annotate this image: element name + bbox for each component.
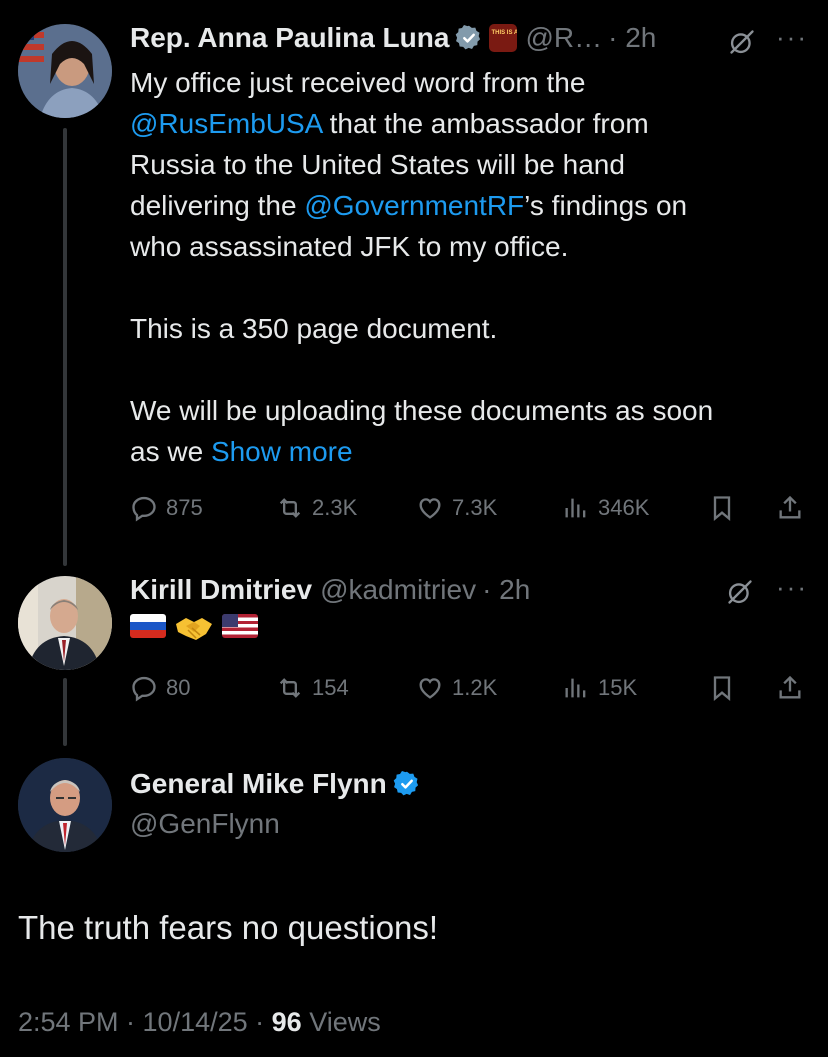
share-icon: [779, 675, 801, 699]
verified-blue-icon[interactable]: [393, 770, 421, 798]
view-count: 346K: [598, 495, 650, 520]
avatar-image: [18, 24, 112, 118]
reply-icon: [132, 496, 156, 522]
like-button[interactable]: 1.2K: [416, 668, 497, 708]
affiliate-badge-text: THIS IS A ...: [491, 30, 518, 36]
repost-button[interactable]: 154: [276, 668, 349, 708]
tweet-line: My office just received word from the: [130, 67, 586, 98]
mention-link[interactable]: @RusEmbUSA: [130, 108, 322, 139]
author-name[interactable]: General Mike Flynn: [130, 766, 387, 802]
tweet-meta: 2:54 PM · 10/14/25 · 96 Views: [18, 1004, 381, 1040]
like-count: 1.2K: [452, 675, 498, 700]
tweet-line: delivering the @GovernmentRF’s findings …: [130, 185, 810, 226]
views-button[interactable]: 346K: [562, 488, 649, 528]
bookmark-icon: [713, 496, 731, 521]
repost-icon: [279, 678, 301, 698]
avatar[interactable]: [18, 758, 112, 852]
flag-stripe: [130, 622, 166, 630]
handshake-icon: [176, 618, 212, 640]
heart-icon: [419, 498, 441, 519]
grok-icon[interactable]: [726, 578, 754, 606]
flag-stripe: [130, 614, 166, 622]
bookmark-icon: [713, 676, 731, 701]
russia-flag-icon: [130, 614, 166, 638]
share-icon: [779, 495, 801, 519]
author-name[interactable]: Kirill Dmitriev: [130, 572, 312, 608]
views-button[interactable]: 15K: [562, 668, 637, 708]
tweet-header: General Mike Flynn: [130, 766, 421, 802]
tweet-line: Russia to the United States will be hand: [130, 149, 625, 180]
share-button[interactable]: [776, 488, 804, 528]
reply-icon: [132, 676, 156, 702]
tweet-actions: 875 2.3K 7.3K 346K: [130, 488, 810, 528]
verified-gray-icon[interactable]: [455, 24, 483, 52]
author-handle[interactable]: @GenFlynn: [130, 806, 280, 842]
thread-line: [63, 678, 67, 746]
tweet-header: Rep. Anna Paulina Luna THIS IS A ... @R……: [130, 20, 656, 56]
reply-button[interactable]: 875: [130, 488, 203, 528]
avatar[interactable]: [18, 576, 112, 670]
repost-icon: [279, 498, 301, 518]
tweet-line: This is a 350 page document.: [130, 313, 498, 344]
mention-link[interactable]: @GovernmentRF: [304, 190, 524, 221]
author-name[interactable]: Rep. Anna Paulina Luna: [130, 20, 449, 56]
reply-count: 80: [166, 675, 191, 700]
share-button[interactable]: [776, 668, 804, 708]
views-label: Views: [301, 1007, 381, 1037]
like-button[interactable]: 7.3K: [416, 488, 497, 528]
tweet-time[interactable]: · 2h: [482, 572, 530, 608]
more-options-icon[interactable]: ···: [776, 22, 808, 53]
tweet-actions: 80 154 1.2K 15K: [130, 668, 810, 708]
more-options-icon[interactable]: ···: [776, 572, 808, 603]
tweet-line: who assassinated JFK to my office.: [130, 231, 569, 262]
flag-stripe: [130, 630, 166, 638]
tweet-header: Kirill Dmitriev @kadmitriev · 2h: [130, 572, 530, 608]
flag-canton: [222, 614, 238, 627]
tweet-view-count: 96: [271, 1007, 302, 1037]
reply-button[interactable]: 80: [130, 668, 190, 708]
bookmark-button[interactable]: [708, 488, 736, 528]
like-count: 7.3K: [452, 495, 498, 520]
repost-count: 154: [312, 675, 349, 700]
author-handle[interactable]: @R…: [525, 20, 602, 56]
tweet-text-span: that the ambassador from: [321, 108, 649, 139]
analytics-icon: [565, 678, 586, 698]
tweet-text-span: delivering the: [130, 190, 305, 221]
avatar-image: [18, 576, 112, 670]
tweet-timestamp[interactable]: 2:54 PM · 10/14/25 ·: [18, 1007, 272, 1037]
repost-count: 2.3K: [312, 495, 358, 520]
tweet-text-span: ’s findings on: [524, 190, 688, 221]
tweet-line: @RusEmbUSA that the ambassador from: [130, 103, 810, 144]
show-more-link[interactable]: Show more: [211, 436, 353, 467]
thread-line: [63, 128, 67, 566]
tweet-text-span: as we: [130, 436, 211, 467]
emoji-row: [130, 614, 258, 642]
tweet-time[interactable]: · 2h: [608, 20, 656, 56]
reply-count: 875: [166, 495, 203, 520]
analytics-icon: [565, 498, 586, 518]
affiliate-badge-icon[interactable]: THIS IS A ...: [489, 24, 518, 52]
grok-icon[interactable]: [728, 28, 756, 56]
author-handle[interactable]: @kadmitriev: [320, 572, 476, 608]
heart-icon: [419, 678, 441, 699]
tweet-text: The truth fears no questions!: [18, 909, 439, 946]
tweet-text: My office just received word from the @R…: [130, 62, 810, 472]
us-flag-icon: [222, 614, 258, 638]
repost-button[interactable]: 2.3K: [276, 488, 357, 528]
avatar-image: [18, 758, 112, 852]
avatar[interactable]: [18, 24, 112, 118]
tweet-line: We will be uploading these documents as …: [130, 395, 714, 426]
view-count: 15K: [598, 675, 638, 700]
bookmark-button[interactable]: [708, 668, 736, 708]
tweet-line: as we Show more: [130, 431, 810, 472]
